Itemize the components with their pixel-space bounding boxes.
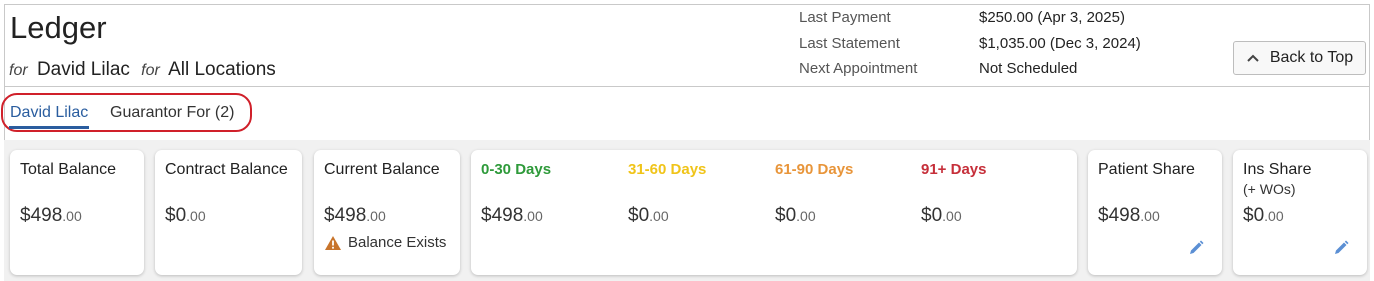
aging-91-plus-value: $0.00 bbox=[921, 205, 962, 227]
ins-share-cents: .00 bbox=[1264, 208, 1284, 224]
aging-61-90-cents: .00 bbox=[796, 208, 816, 224]
tab-guarantor-for[interactable]: Guarantor For (2) bbox=[110, 104, 234, 122]
balance-exists-warning: Balance Exists bbox=[324, 234, 446, 251]
pencil-icon[interactable] bbox=[1188, 240, 1204, 256]
contract-balance-card: Contract Balance $0.00 bbox=[155, 150, 302, 275]
current-balance-label: Current Balance bbox=[324, 161, 440, 178]
page-title: Ledger bbox=[10, 10, 107, 45]
patient-share-card: Patient Share $498.00 bbox=[1088, 150, 1222, 275]
pencil-icon[interactable] bbox=[1333, 240, 1349, 256]
header-divider bbox=[4, 86, 1370, 87]
total-balance-dollars: $498 bbox=[20, 205, 63, 226]
next-appointment-value: Not Scheduled bbox=[979, 60, 1078, 77]
aging-0-30-dollars: $498 bbox=[481, 205, 524, 226]
total-balance-label: Total Balance bbox=[20, 161, 117, 178]
patient-share-value: $498.00 bbox=[1098, 205, 1160, 227]
for-label: for bbox=[141, 62, 160, 79]
contract-balance-value: $0.00 bbox=[165, 205, 206, 227]
patient-share-cents: .00 bbox=[1140, 208, 1160, 224]
aging-0-30-value: $498.00 bbox=[481, 205, 543, 227]
balance-exists-text: Balance Exists bbox=[348, 234, 447, 251]
last-statement-label: Last Statement bbox=[799, 34, 900, 52]
contract-balance-dollars: $0 bbox=[165, 205, 187, 226]
aging-31-60-dollars: $0 bbox=[628, 205, 650, 226]
contract-balance-label: Contract Balance bbox=[165, 161, 288, 178]
patient-share-dollars: $498 bbox=[1098, 205, 1141, 226]
aging-31-60-label: 31-60 Days bbox=[628, 161, 707, 178]
aging-91-plus-label: 91+ Days bbox=[921, 161, 987, 178]
ledger-subtitle: for David Lilac for All Locations bbox=[9, 59, 276, 81]
total-balance-card: Total Balance $498.00 bbox=[10, 150, 144, 275]
aging-31-60-cents: .00 bbox=[649, 208, 669, 224]
aging-91-plus-cents: .00 bbox=[942, 208, 962, 224]
current-balance-dollars: $498 bbox=[324, 205, 367, 226]
location-name: All Locations bbox=[168, 59, 276, 80]
contract-balance-cents: .00 bbox=[186, 208, 206, 224]
account-summary: Last Payment $250.00 (Apr 3, 2025) Last … bbox=[799, 9, 1141, 86]
aging-0-30-cents: .00 bbox=[523, 208, 543, 224]
patient-share-label: Patient Share bbox=[1098, 161, 1195, 178]
ins-share-card: Ins Share (+ WOs) $0.00 bbox=[1233, 150, 1367, 275]
patient-name: David Lilac bbox=[36, 59, 130, 80]
last-payment-row: Last Payment $250.00 (Apr 3, 2025) bbox=[799, 9, 1141, 35]
ins-share-value: $0.00 bbox=[1243, 205, 1284, 227]
current-balance-card: Current Balance $498.00 Balance Exists bbox=[314, 150, 460, 275]
aging-31-60-value: $0.00 bbox=[628, 205, 669, 227]
total-balance-cents: .00 bbox=[62, 208, 82, 224]
last-payment-value: $250.00 (Apr 3, 2025) bbox=[979, 9, 1125, 26]
ins-share-label: Ins Share bbox=[1243, 161, 1312, 178]
chevron-up-icon bbox=[1247, 54, 1259, 62]
aging-91-plus-dollars: $0 bbox=[921, 205, 943, 226]
tab-david-lilac[interactable]: David Lilac bbox=[8, 104, 90, 129]
current-balance-cents: .00 bbox=[366, 208, 386, 224]
aging-61-90-value: $0.00 bbox=[775, 205, 816, 227]
ins-share-dollars: $0 bbox=[1243, 205, 1265, 226]
last-payment-label: Last Payment bbox=[799, 9, 891, 26]
current-balance-value: $498.00 bbox=[324, 205, 386, 227]
for-label: for bbox=[9, 62, 28, 79]
aging-61-90-dollars: $0 bbox=[775, 205, 797, 226]
total-balance-value: $498.00 bbox=[20, 205, 82, 227]
next-appointment-row: Next Appointment Not Scheduled bbox=[799, 60, 1141, 86]
last-statement-value: $1,035.00 (Dec 3, 2024) bbox=[979, 34, 1141, 52]
back-to-top-label: Back to Top bbox=[1269, 49, 1354, 66]
aging-61-90-label: 61-90 Days bbox=[775, 161, 854, 178]
ins-share-sublabel: (+ WOs) bbox=[1243, 181, 1296, 197]
next-appointment-label: Next Appointment bbox=[799, 60, 918, 77]
aging-card: 0-30 Days $498.00 31-60 Days $0.00 61-90… bbox=[471, 150, 1077, 275]
last-statement-row: Last Statement $1,035.00 (Dec 3, 2024) bbox=[799, 35, 1141, 61]
warning-triangle-icon bbox=[325, 235, 341, 250]
aging-0-30-label: 0-30 Days bbox=[481, 161, 552, 178]
back-to-top-button[interactable]: Back to Top bbox=[1233, 41, 1366, 75]
